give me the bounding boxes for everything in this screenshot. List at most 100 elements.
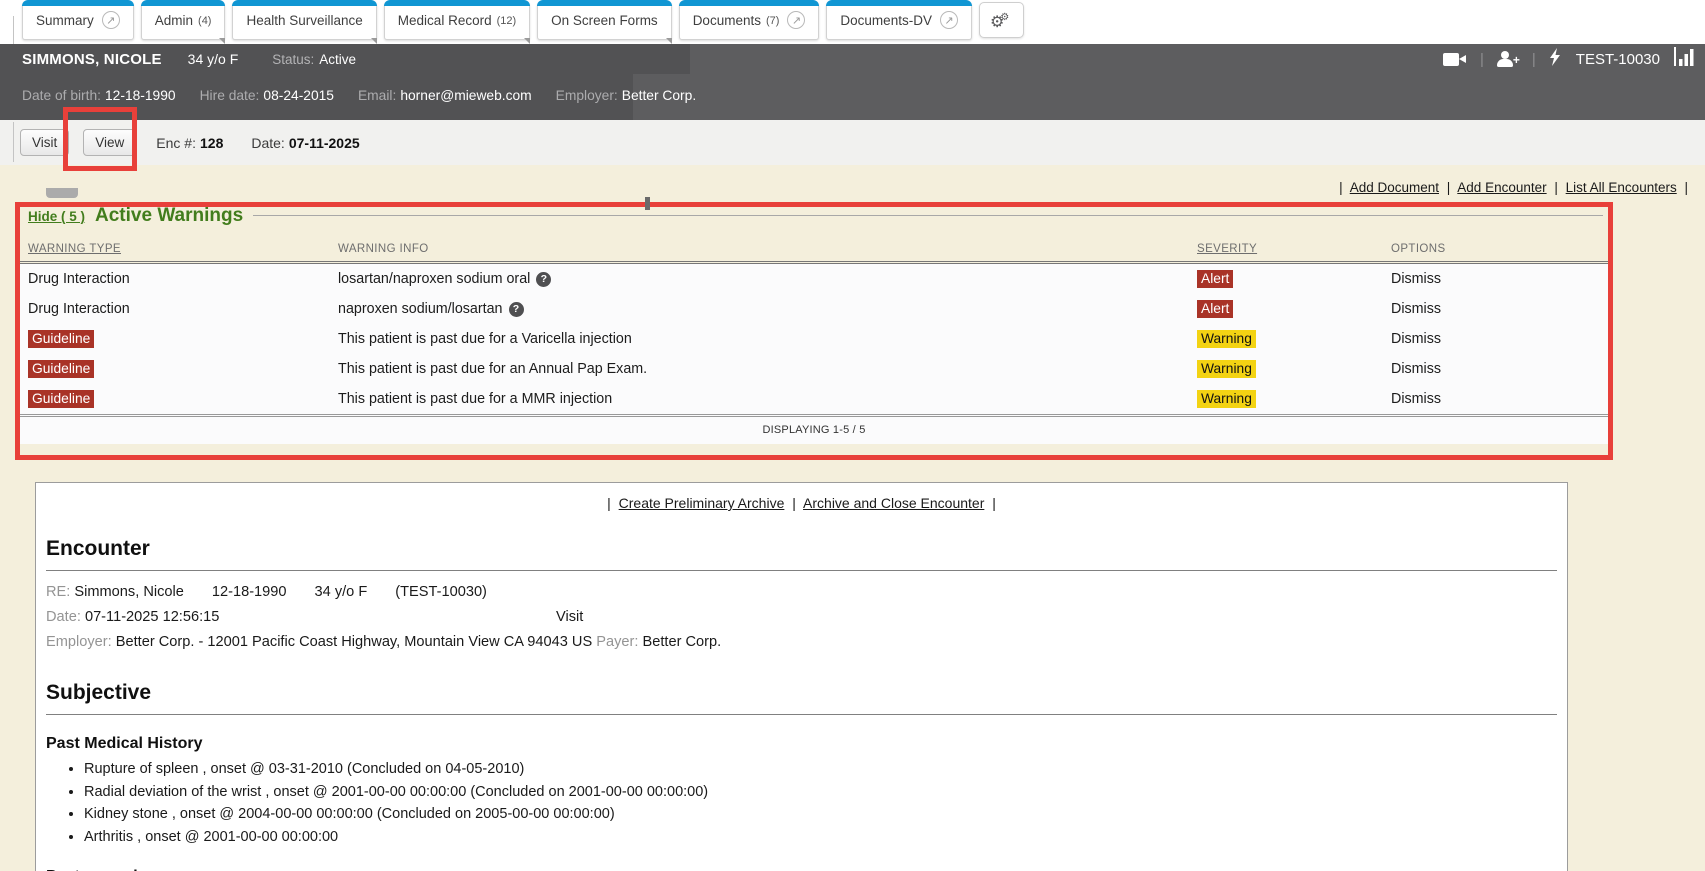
status-label: Status: bbox=[272, 52, 314, 67]
link-separator: | bbox=[1684, 180, 1688, 195]
employer-value: Better Corp. - 12001 Pacific Coast Highw… bbox=[116, 634, 592, 650]
severity-badge: Warning bbox=[1197, 390, 1256, 408]
hide-warnings-link[interactable]: Hide ( 5 ) bbox=[28, 209, 85, 224]
pmh-heading: Past Medical History bbox=[46, 735, 1557, 753]
date-label: Date: bbox=[46, 609, 81, 625]
dismiss-link[interactable]: Dismiss bbox=[1391, 391, 1441, 407]
tab-documents[interactable]: Documents (7) ↗ bbox=[679, 0, 820, 40]
enc-number-label: Enc #: bbox=[156, 135, 196, 151]
encounter-action-links: | Add Document | Add Encounter | List Al… bbox=[0, 165, 1705, 195]
tab-count: (7) bbox=[766, 15, 779, 27]
dob-value: 12-18-1990 bbox=[105, 88, 176, 103]
pmh-list: Rupture of spleen , onset @ 03-31-2010 (… bbox=[68, 759, 1557, 848]
warning-info: This patient is past due for an Annual P… bbox=[338, 354, 1197, 384]
encounter-toolbar: Visit View Enc #:128 Date:07-11-2025 bbox=[0, 120, 1705, 165]
col-warning-type[interactable]: WARNING TYPE bbox=[28, 231, 338, 261]
tab-documents-dv[interactable]: Documents-DV ↗ bbox=[826, 0, 972, 40]
active-warnings-title: Active Warnings bbox=[95, 205, 243, 227]
icon-divider: | bbox=[1532, 51, 1536, 68]
title-rule bbox=[253, 215, 1603, 216]
tab-summary[interactable]: Summary ↗ bbox=[22, 0, 134, 40]
dismiss-link[interactable]: Dismiss bbox=[1391, 361, 1441, 377]
link-separator: | bbox=[992, 495, 996, 511]
open-new-window-icon[interactable]: ↗ bbox=[102, 11, 120, 29]
patient-name: SIMMONS, NICOLE bbox=[22, 51, 162, 68]
link-separator: | bbox=[607, 495, 611, 511]
add-person-icon[interactable]: + bbox=[1497, 51, 1519, 67]
guideline-badge: Guideline bbox=[28, 330, 94, 348]
link-separator: | bbox=[1447, 180, 1451, 195]
warning-info: This patient is past due for a Varicella… bbox=[338, 324, 1197, 354]
severity-cell: Warning bbox=[1197, 384, 1391, 414]
date-value: 07-11-2025 12:56:15 bbox=[85, 609, 219, 625]
tab-on-screen-forms[interactable]: On Screen Forms bbox=[537, 0, 672, 40]
warning-type: Guideline bbox=[28, 354, 338, 384]
pmh-item: Arthritis , onset @ 2001-00-00 00:00:00 bbox=[84, 827, 1557, 849]
open-new-window-icon[interactable]: ↗ bbox=[940, 11, 958, 29]
link-separator: | bbox=[792, 495, 796, 511]
visit-button[interactable]: Visit bbox=[20, 129, 69, 156]
dismiss-link[interactable]: Dismiss bbox=[1391, 331, 1441, 347]
pmh-item: Kidney stone , onset @ 2004-00-00 00:00:… bbox=[84, 804, 1557, 826]
tab-medical-record[interactable]: Medical Record (12) bbox=[384, 0, 530, 40]
payer-label: Payer: bbox=[596, 634, 638, 650]
patient-age-sex: 34 y/o F bbox=[188, 51, 239, 67]
bar-chart-icon[interactable] bbox=[1673, 47, 1697, 71]
open-new-window-icon[interactable]: ↗ bbox=[787, 11, 805, 29]
severity-cell: Alert bbox=[1197, 294, 1391, 324]
hire-date-label: Hire date: bbox=[200, 88, 260, 103]
tab-label: Summary bbox=[36, 13, 94, 28]
email-label: Email: bbox=[358, 88, 396, 103]
guideline-badge: Guideline bbox=[28, 360, 94, 378]
warning-type: Guideline bbox=[28, 384, 338, 414]
warning-info: losartan/naproxen sodium oral? bbox=[338, 264, 1197, 294]
severity-cell: Warning bbox=[1197, 354, 1391, 384]
dob-label: Date of birth: bbox=[22, 88, 101, 103]
ui-artifact-tick bbox=[645, 197, 650, 210]
archive-and-close-link[interactable]: Archive and Close Encounter bbox=[803, 495, 984, 511]
list-all-encounters-link[interactable]: List All Encounters bbox=[1566, 180, 1677, 195]
view-button[interactable]: View bbox=[83, 129, 136, 156]
help-icon[interactable]: ? bbox=[536, 272, 551, 287]
create-preliminary-archive-link[interactable]: Create Preliminary Archive bbox=[619, 495, 785, 511]
webchart-app: Summary ↗ Admin (4) Health Surveillance … bbox=[0, 0, 1705, 871]
guideline-badge: Guideline bbox=[28, 390, 94, 408]
active-warnings-panel: Hide ( 5 ) Active Warnings WARNING TYPE … bbox=[15, 203, 1613, 444]
date-line: Date: 07-11-2025 12:56:15Visit bbox=[46, 605, 1557, 630]
lightning-bolt-icon[interactable] bbox=[1549, 48, 1561, 71]
re-dob: 12-18-1990 bbox=[212, 584, 287, 600]
warning-info: naproxen sodium/losartan? bbox=[338, 294, 1197, 324]
tab-label: Documents-DV bbox=[840, 13, 932, 28]
encounter-document: | Create Preliminary Archive | Archive a… bbox=[35, 482, 1568, 871]
ui-artifact bbox=[46, 188, 78, 198]
email-value: horner@mieweb.com bbox=[400, 88, 531, 103]
tab-admin[interactable]: Admin (4) bbox=[141, 0, 226, 40]
pmh-item: Radial deviation of the wrist , onset @ … bbox=[84, 782, 1557, 804]
severity-badge: Alert bbox=[1197, 300, 1233, 318]
chart-id: TEST-10030 bbox=[1576, 51, 1660, 68]
settings-button[interactable]: ⚙⚙ bbox=[979, 2, 1024, 38]
employer-label: Employer: bbox=[556, 88, 618, 103]
re-line: RE: Simmons, Nicole12-18-199034 y/o F(TE… bbox=[46, 580, 1557, 605]
gear-icon: ⚙ bbox=[1000, 12, 1009, 23]
employer-line: Employer: Better Corp. - 12001 Pacific C… bbox=[46, 630, 1557, 655]
left-edge-divider bbox=[13, 16, 14, 44]
dismiss-link[interactable]: Dismiss bbox=[1391, 301, 1441, 317]
dismiss-link[interactable]: Dismiss bbox=[1391, 271, 1441, 287]
video-camera-icon[interactable] bbox=[1443, 53, 1467, 66]
enc-date-label: Date: bbox=[251, 135, 284, 151]
encounter-heading: Encounter bbox=[46, 537, 1557, 571]
re-label: RE: bbox=[46, 584, 70, 600]
severity-badge: Alert bbox=[1197, 270, 1233, 288]
tab-health-surveillance[interactable]: Health Surveillance bbox=[232, 0, 376, 40]
re-age-sex: 34 y/o F bbox=[315, 584, 368, 600]
add-encounter-link[interactable]: Add Encounter bbox=[1457, 180, 1546, 195]
warnings-table-body: Drug Interaction losartan/naproxen sodiu… bbox=[15, 264, 1613, 414]
paging-status: DISPLAYING 1-5 / 5 bbox=[15, 414, 1613, 444]
enc-date-value: 07-11-2025 bbox=[289, 135, 360, 151]
severity-badge: Warning bbox=[1197, 360, 1256, 378]
employer-label: Employer: bbox=[46, 634, 112, 650]
add-document-link[interactable]: Add Document bbox=[1350, 180, 1439, 195]
col-severity[interactable]: SEVERITY bbox=[1197, 231, 1391, 261]
help-icon[interactable]: ? bbox=[509, 302, 524, 317]
